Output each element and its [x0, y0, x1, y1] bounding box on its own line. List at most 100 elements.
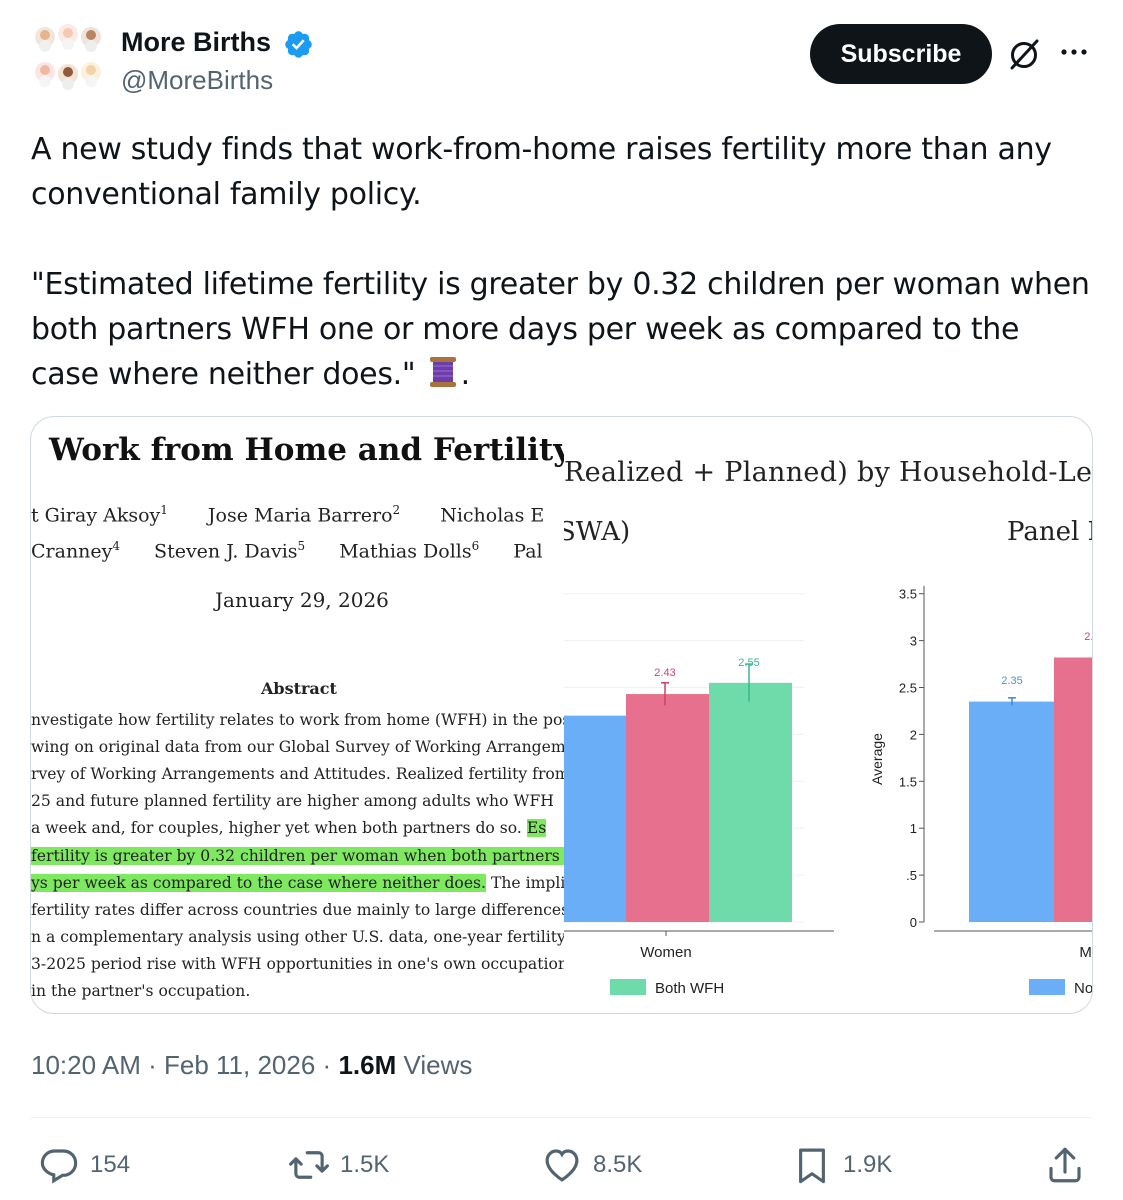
data-label: 2.43	[654, 667, 675, 679]
tweet-trailing-period: .	[460, 357, 471, 392]
bar-men-1	[969, 701, 1054, 922]
reply-icon	[40, 1149, 78, 1184]
abstract-line: a week and, for couples, higher yet when…	[31, 817, 547, 839]
author-text: Mathias Dolls	[339, 540, 472, 563]
author-text: Jose Maria Barrero	[207, 504, 393, 527]
tweet-time[interactable]: 10:20 AM	[31, 1050, 141, 1080]
tweet-paragraph-1: A new study finds that work-from-home ra…	[31, 132, 1062, 212]
abstract-text: 25 and future planned fertility are high…	[31, 792, 554, 811]
abstract-text: rvey of Working Arrangements and Attitud…	[31, 765, 564, 784]
like-count: 8.5K	[593, 1151, 643, 1178]
tweet-date[interactable]: Feb 11, 2026	[164, 1050, 315, 1080]
bookmark-button[interactable]: 1.9K	[791, 1143, 892, 1187]
tweet-meta: 10:20 AM · Feb 11, 2026 · 1.6M Views	[31, 1050, 472, 1081]
category-label-men: Men	[1079, 944, 1093, 961]
author-handle[interactable]: @MoreBirths	[121, 65, 273, 96]
abstract-text: nvestigate how fertility relates to work…	[31, 711, 564, 729]
meta-separator: ·	[148, 1050, 157, 1080]
abstract-line: ys per week as compared to the case wher…	[31, 872, 564, 894]
heart-icon	[545, 1149, 579, 1182]
abstract-highlight: ys per week as compared to the case wher…	[31, 873, 487, 892]
abstract-line: nvestigate how fertility relates to work…	[31, 709, 564, 731]
author-text: Nicholas E	[440, 504, 545, 527]
abstract-line: n a complementary analysis using other U…	[31, 926, 564, 948]
y-tick-label: 2	[910, 727, 917, 742]
bookmark-count: 1.9K	[843, 1151, 893, 1178]
abstract-text: a week and, for couples, higher yet when…	[31, 819, 527, 838]
thread-spool-icon	[429, 357, 456, 387]
paper-date: January 29, 2026	[215, 588, 389, 612]
abstract-heading: Abstract	[261, 679, 337, 698]
abstract-text: 3-2025 period rise with WFH opportunitie…	[31, 954, 564, 973]
share-button[interactable]	[1044, 1143, 1086, 1187]
legend-label-no-one: No one	[1074, 980, 1093, 997]
author-sup: 1	[160, 503, 168, 517]
author-text: Cranney	[31, 540, 113, 563]
slash-circle-icon[interactable]	[1005, 35, 1043, 73]
paper-authors-line-1: t Giray Aksoy1 Jose Maria Barrero2 Nichola…	[31, 503, 544, 526]
reply-button[interactable]: 154	[38, 1143, 130, 1187]
abstract-line: fertility is greater by 0.32 children pe…	[31, 845, 564, 867]
abstract-text: fertility rates differ across countries …	[31, 900, 564, 919]
y-tick-label: 1.5	[899, 774, 917, 789]
divider	[30, 1117, 1093, 1118]
subscribe-button[interactable]: Subscribe	[810, 24, 992, 84]
y-tick-label: 2.5	[899, 681, 917, 696]
more-horizontal-icon[interactable]	[1058, 36, 1090, 68]
abstract-text: in the partner's occupation.	[31, 982, 251, 1000]
author-sup: 6	[471, 539, 480, 553]
abstract-line: fertility rates differ across countries …	[31, 899, 564, 921]
paper-authors-line-2: Cranney4 Steven J. Davis5 Mathias Dolls6 Pa…	[31, 539, 543, 562]
figure-panel: Realized + Planned) by Household-Level S…	[564, 417, 1093, 1013]
share-icon	[1049, 1147, 1081, 1183]
y-axis-label: Average	[869, 733, 885, 785]
tweet-paragraph-2: "Estimated lifetime fertility is greater…	[31, 262, 1091, 397]
data-label: 2.82	[1084, 631, 1093, 643]
abstract-text: wing on original data from our Global Su…	[31, 738, 564, 757]
abstract-text: n a complementary analysis using other U…	[31, 927, 564, 946]
media-image[interactable]: Work from Home and Fertility t Giray Aks…	[30, 416, 1093, 1014]
legend-swatch-no-one	[1029, 979, 1065, 995]
author-sup: 2	[392, 503, 401, 517]
views-count: 1.6M	[338, 1050, 397, 1080]
data-label: 2.55	[738, 657, 759, 669]
bar-women-3	[709, 682, 792, 922]
y-tick-label: 0	[910, 915, 917, 930]
y-tick-label: 3	[910, 634, 917, 649]
abstract-line: 25 and future planned fertility are high…	[31, 790, 554, 812]
abstract-highlight: Es	[526, 819, 547, 838]
category-label-women: Women	[640, 944, 691, 961]
repost-icon	[289, 1151, 329, 1179]
author-sup: 5	[297, 539, 306, 553]
bar-men-2	[1054, 657, 1092, 922]
tweet-quote: "Estimated lifetime fertility is greater…	[31, 267, 1099, 392]
author-name[interactable]: More Births	[121, 27, 271, 58]
like-button[interactable]: 8.5K	[541, 1143, 642, 1187]
bar-women-2	[626, 694, 709, 922]
tweet-text: A new study finds that work-from-home ra…	[31, 127, 1091, 397]
repost-button[interactable]: 1.5K	[288, 1143, 389, 1187]
baby-icon-1	[35, 27, 55, 52]
repost-count: 1.5K	[340, 1151, 390, 1178]
abstract-line: rvey of Working Arrangements and Attitud…	[31, 763, 564, 785]
legend-label-both-wfh: Both WFH	[655, 980, 724, 997]
paper-excerpt: Work from Home and Fertility t Giray Aks…	[31, 417, 564, 1013]
bar-chart: 2.43 2.55 Women 0 .5 1 1.5 2 2.5 3 3.5 Average 2.35 2…	[564, 585, 1093, 997]
abstract-line: in the partner's occupation.	[31, 980, 250, 1002]
reply-count: 154	[90, 1151, 131, 1178]
author-text: t Giray Aksoy	[31, 504, 161, 527]
legend-swatch-both-wfh	[610, 979, 646, 995]
paper-title: Work from Home and Fertility	[49, 432, 564, 468]
bar-women-1	[564, 715, 633, 922]
abstract-text: The implica	[490, 873, 564, 892]
abstract-line: 3-2025 period rise with WFH opportunitie…	[31, 953, 564, 975]
meta-separator: ·	[322, 1050, 332, 1080]
abstract-highlight: fertility is greater by 0.32 children pe…	[31, 846, 564, 865]
author-avatar[interactable]	[30, 22, 106, 98]
abstract-line: wing on original data from our Global Su…	[31, 736, 564, 758]
y-tick-label: 1	[910, 821, 917, 836]
author-sup: 4	[112, 539, 121, 553]
author-text: Steven J. Davis	[154, 540, 298, 563]
views-label: Views	[403, 1050, 473, 1080]
y-tick-label: 3.5	[899, 587, 917, 602]
